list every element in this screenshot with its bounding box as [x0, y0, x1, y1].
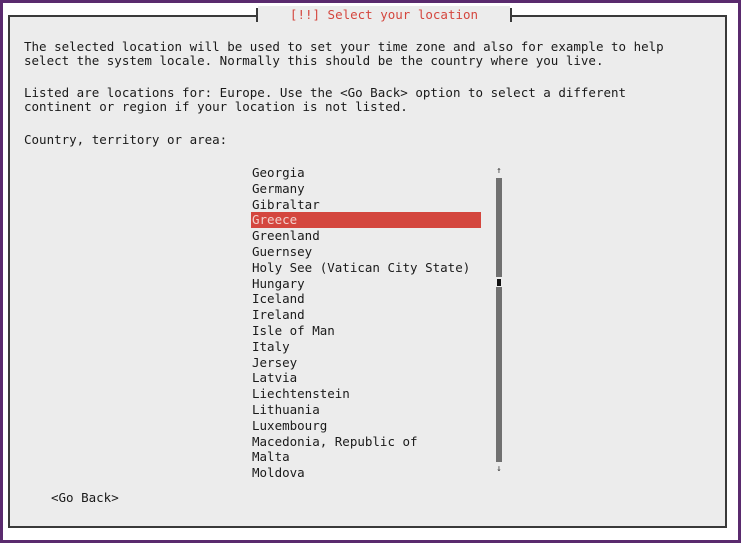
- dialog-title-bar: [!!] Select your location: [256, 6, 512, 24]
- country-option[interactable]: Italy: [251, 339, 481, 355]
- country-option[interactable]: Moldova: [251, 465, 481, 481]
- dialog-title: [!!] Select your location: [258, 6, 510, 24]
- scroll-down-arrow-icon[interactable]: ↓: [492, 463, 506, 475]
- country-option[interactable]: Hungary: [251, 276, 481, 292]
- hint-line-2: continent or region if your location is …: [24, 99, 408, 114]
- title-right-tick: [510, 8, 512, 22]
- country-option[interactable]: Latvia: [251, 370, 481, 386]
- country-option[interactable]: Jersey: [251, 355, 481, 371]
- country-option[interactable]: Iceland: [251, 291, 481, 307]
- country-option[interactable]: Ireland: [251, 307, 481, 323]
- country-option[interactable]: Lithuania: [251, 402, 481, 418]
- country-option[interactable]: Germany: [251, 181, 481, 197]
- country-option[interactable]: Isle of Man: [251, 323, 481, 339]
- go-back-button[interactable]: <Go Back>: [51, 490, 119, 506]
- country-option[interactable]: Gibraltar: [251, 197, 481, 213]
- installer-dialog: The selected location will be used to se…: [8, 16, 727, 528]
- country-option[interactable]: Greece: [251, 212, 481, 229]
- country-option[interactable]: Malta: [251, 449, 481, 465]
- list-label: Country, territory or area:: [24, 132, 228, 147]
- country-list[interactable]: Georgia Germany Gibraltar Greece Greenland Gu…: [251, 165, 481, 481]
- country-option[interactable]: Luxembourg: [251, 418, 481, 434]
- country-option[interactable]: Georgia: [251, 165, 481, 181]
- scroll-track[interactable]: [496, 178, 502, 462]
- description-line-1: The selected location will be used to se…: [24, 39, 664, 54]
- country-option[interactable]: Guernsey: [251, 244, 481, 260]
- country-option[interactable]: Liechtenstein: [251, 386, 481, 402]
- hint-line-1: Listed are locations for: Europe. Use th…: [24, 85, 627, 100]
- description-line-2: select the system locale. Normally this …: [24, 53, 604, 68]
- country-option[interactable]: Holy See (Vatican City State): [251, 260, 481, 276]
- scrollbar[interactable]: ↑ ↓: [492, 165, 506, 475]
- country-option[interactable]: Macedonia, Republic of: [251, 434, 481, 450]
- country-option[interactable]: Greenland: [251, 228, 481, 244]
- scroll-up-arrow-icon[interactable]: ↑: [492, 165, 506, 177]
- scroll-thumb[interactable]: [497, 279, 501, 286]
